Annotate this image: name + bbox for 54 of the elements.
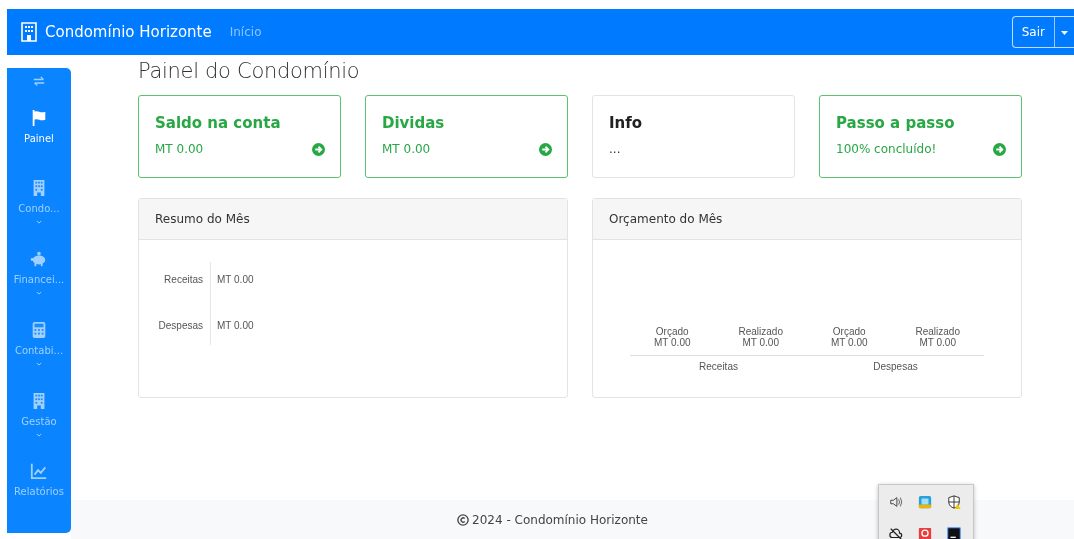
column-label: Orçado — [832, 326, 866, 337]
sidebar-item[interactable]: Financei... — [7, 250, 71, 321]
swap-arrows-icon[interactable] — [32, 76, 46, 87]
app-icon[interactable] — [947, 526, 961, 539]
home-link[interactable]: Início — [229, 25, 262, 39]
column-label: Realizado — [738, 326, 783, 337]
footer-text: 2024 - Condomínio Horizonte — [472, 512, 648, 527]
column-value: MT 0.00 — [919, 337, 956, 348]
line-chart-icon — [30, 462, 48, 481]
copyright-icon — [457, 513, 470, 526]
arrow-circle-icon[interactable] — [993, 142, 1006, 156]
row-value: MT 0.00 — [217, 320, 254, 331]
arrow-circle-icon[interactable] — [539, 142, 552, 156]
group-label: Despesas — [872, 361, 919, 372]
speaker-icon[interactable] — [889, 495, 903, 509]
card-value: ... — [609, 142, 621, 156]
group-label: Receitas — [698, 361, 739, 372]
shield-warning-icon[interactable] — [947, 495, 961, 509]
building-icon — [19, 22, 39, 42]
calculator-icon — [30, 320, 48, 339]
cloud-off-icon[interactable] — [889, 526, 903, 539]
card-title: Passo a passo — [836, 114, 956, 132]
logout-button[interactable]: Sair — [1012, 17, 1054, 47]
arrow-circle-icon[interactable] — [312, 142, 325, 156]
chevron-down-icon — [36, 291, 42, 295]
row-label: Despesas — [157, 320, 203, 331]
card-value: 100% concluído! — [836, 142, 937, 156]
sidebar-item[interactable]: Contabi... — [7, 320, 71, 392]
card-title: Info — [609, 114, 644, 132]
sidebar-item[interactable]: Relatórios — [7, 462, 71, 533]
column-value: MT 0.00 — [831, 337, 868, 348]
column-value: MT 0.00 — [654, 337, 691, 348]
chevron-down-icon — [36, 361, 42, 366]
sidebar-item[interactable]: Gestão — [7, 391, 71, 463]
column-label: Orçado — [655, 326, 689, 337]
card-value: MT 0.00 — [382, 142, 431, 156]
chevron-down-icon — [36, 220, 42, 225]
flag-icon — [30, 108, 48, 127]
row-label: Receitas — [163, 274, 203, 285]
sidebar-item[interactable]: Painel — [7, 108, 71, 180]
card-title: Saldo na conta — [155, 114, 282, 132]
caret-icon — [1061, 31, 1068, 36]
piggy-bank-icon — [30, 250, 48, 268]
sidebar-item[interactable]: Condo... — [7, 179, 71, 250]
card-value: MT 0.00 — [155, 142, 204, 156]
row-value: MT 0.00 — [217, 274, 254, 285]
panel-title: Orçamento do Mês — [593, 199, 1021, 240]
card-title: Dividas — [382, 114, 446, 132]
column-label: Realizado — [915, 326, 960, 337]
chevron-down-icon — [36, 432, 42, 437]
panel-title: Resumo do Mês — [139, 199, 567, 240]
column-value: MT 0.00 — [742, 337, 779, 348]
brand-name[interactable]: Condomínio Horizonte — [45, 23, 212, 41]
page-title: Painel do Condomínio — [138, 59, 361, 83]
